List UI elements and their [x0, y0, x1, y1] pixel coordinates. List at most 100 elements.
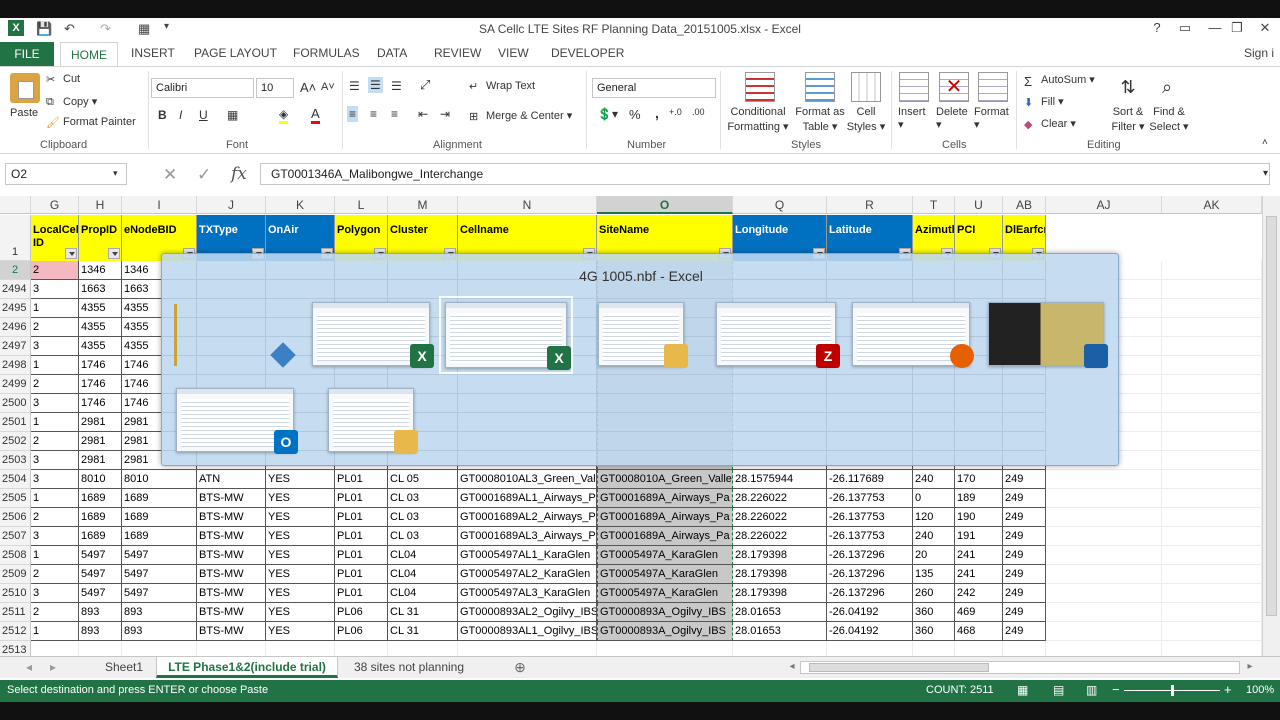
table-cell[interactable]: BTS-MW: [197, 622, 266, 641]
table-cell[interactable]: 1: [31, 356, 79, 375]
table-cell[interactable]: 8010: [79, 470, 122, 489]
table-cell[interactable]: 28.01653: [733, 622, 827, 641]
table-cell[interactable]: 240: [913, 527, 955, 546]
hscroll-thumb[interactable]: [809, 663, 989, 672]
table-cell[interactable]: [1046, 641, 1162, 656]
table-cell[interactable]: 28.1575944: [733, 470, 827, 489]
table-cell[interactable]: [1162, 527, 1262, 546]
align-left-icon[interactable]: ≡: [347, 106, 359, 122]
merge-center-button[interactable]: ⊞ Merge & Center ▾: [469, 109, 572, 123]
table-cell[interactable]: [1162, 337, 1262, 356]
table-cell[interactable]: 242: [955, 584, 1003, 603]
table-cell[interactable]: [1162, 508, 1262, 527]
table-cell[interactable]: 5497: [79, 584, 122, 603]
table-cell[interactable]: 28.179398: [733, 584, 827, 603]
table-cell[interactable]: 135: [913, 565, 955, 584]
format-painter-button[interactable]: 🖌 Format Painter: [46, 116, 136, 129]
bold-button[interactable]: B: [158, 108, 167, 122]
column-header-ab[interactable]: AB: [1003, 196, 1046, 214]
table-cell[interactable]: [1162, 584, 1262, 603]
formula-input[interactable]: GT0001346A_Malibongwe_Interchange: [260, 163, 1270, 185]
column-header-aj[interactable]: AJ: [1046, 196, 1162, 214]
table-cell[interactable]: CL04: [388, 584, 458, 603]
table-cell[interactable]: 249: [1003, 470, 1046, 489]
row-header[interactable]: 2496: [0, 318, 31, 337]
sign-in-link[interactable]: Sign i: [1244, 46, 1274, 60]
table-cell[interactable]: 360: [913, 622, 955, 641]
table-cell[interactable]: 249: [1003, 546, 1046, 565]
table-cell[interactable]: 3: [31, 451, 79, 470]
cut-button[interactable]: ✂ Cut: [46, 73, 80, 86]
table-cell[interactable]: [1046, 584, 1162, 603]
table-cell[interactable]: CL 05: [388, 470, 458, 489]
copy-button[interactable]: ⧉ Copy ▾: [46, 95, 97, 108]
decrease-decimal-icon[interactable]: .00: [692, 107, 705, 117]
table-cell[interactable]: 1746: [79, 356, 122, 375]
table-cell[interactable]: 1689: [79, 527, 122, 546]
table-cell[interactable]: GT0005497A_KaraGlen: [597, 565, 733, 584]
table-cell[interactable]: GT0005497AL2_KaraGlen: [458, 565, 597, 584]
column-header-o[interactable]: O: [597, 196, 733, 214]
scroll-thumb[interactable]: [1266, 216, 1277, 616]
table-cell[interactable]: [1162, 603, 1262, 622]
table-cell[interactable]: 241: [955, 565, 1003, 584]
table-cell[interactable]: PL01: [335, 470, 388, 489]
underline-button[interactable]: U: [199, 108, 208, 122]
table-cell[interactable]: 1: [31, 413, 79, 432]
tab-developer[interactable]: DEVELOPER: [551, 46, 624, 60]
table-cell[interactable]: 249: [1003, 527, 1046, 546]
table-cell[interactable]: [1162, 432, 1262, 451]
font-size-select[interactable]: 10: [256, 78, 294, 98]
name-box[interactable]: O2: [5, 163, 127, 185]
row-header[interactable]: 2507: [0, 527, 31, 546]
align-right-icon[interactable]: ≡: [391, 107, 398, 121]
table-cell[interactable]: GT0001689AL2_Airways_P: [458, 508, 597, 527]
table-cell[interactable]: 5497: [122, 546, 197, 565]
tab-insert[interactable]: INSERT: [131, 46, 175, 60]
table-cell[interactable]: [1162, 622, 1262, 641]
table-cell[interactable]: GT0000893A_Ogilvy_IBS: [597, 622, 733, 641]
table-cell[interactable]: 5497: [122, 565, 197, 584]
wrap-text-button[interactable]: ↵ Wrap Text: [469, 80, 535, 93]
minimize-button[interactable]: —: [1204, 20, 1226, 35]
table-cell[interactable]: [733, 641, 827, 656]
column-header-m[interactable]: M: [388, 196, 458, 214]
table-cell[interactable]: [1162, 356, 1262, 375]
name-box-dropdown-icon[interactable]: ▾: [113, 168, 118, 179]
align-top-icon[interactable]: ☰: [349, 79, 360, 93]
table-cell[interactable]: [1162, 470, 1262, 489]
table-cell[interactable]: 2: [31, 261, 79, 280]
table-cell[interactable]: -26.04192: [827, 622, 913, 641]
table-cell[interactable]: 20: [913, 546, 955, 565]
cell-styles-button[interactable]: Cell Styles ▾: [845, 105, 887, 135]
table-cell[interactable]: 469: [955, 603, 1003, 622]
column-header-q[interactable]: Q: [733, 196, 827, 214]
help-button[interactable]: ?: [1146, 20, 1168, 35]
table-cell[interactable]: 28.226022: [733, 527, 827, 546]
table-cell[interactable]: [266, 641, 335, 656]
table-cell[interactable]: -26.137753: [827, 508, 913, 527]
align-bottom-icon[interactable]: ☰: [391, 79, 402, 93]
table-cell[interactable]: [1162, 546, 1262, 565]
insert-function-icon[interactable]: fx: [231, 164, 247, 184]
table-cell[interactable]: 2: [31, 375, 79, 394]
table-cell[interactable]: 249: [1003, 508, 1046, 527]
table-cell[interactable]: 1689: [122, 527, 197, 546]
clear-button[interactable]: ◆ Clear ▾: [1024, 117, 1076, 131]
align-middle-icon[interactable]: ☰: [368, 77, 383, 93]
zoom-in-button[interactable]: +: [1224, 682, 1232, 697]
table-cell[interactable]: -26.137296: [827, 584, 913, 603]
align-center-icon[interactable]: ≡: [370, 107, 377, 121]
table-cell[interactable]: GT0008010A_Green_Valle: [597, 470, 733, 489]
table-cell[interactable]: 249: [1003, 489, 1046, 508]
table-cell[interactable]: 893: [79, 622, 122, 641]
table-cell[interactable]: [955, 641, 1003, 656]
prev-sheet-icon[interactable]: ◂: [22, 657, 36, 678]
column-header-g[interactable]: G: [31, 196, 79, 214]
table-cell[interactable]: 0: [913, 489, 955, 508]
row-header[interactable]: 2509: [0, 565, 31, 584]
table-cell[interactable]: -26.117689: [827, 470, 913, 489]
filter-dropdown-icon[interactable]: [108, 248, 120, 259]
table-cell[interactable]: 3: [31, 394, 79, 413]
table-cell[interactable]: GT0001689AL1_Airways_P: [458, 489, 597, 508]
